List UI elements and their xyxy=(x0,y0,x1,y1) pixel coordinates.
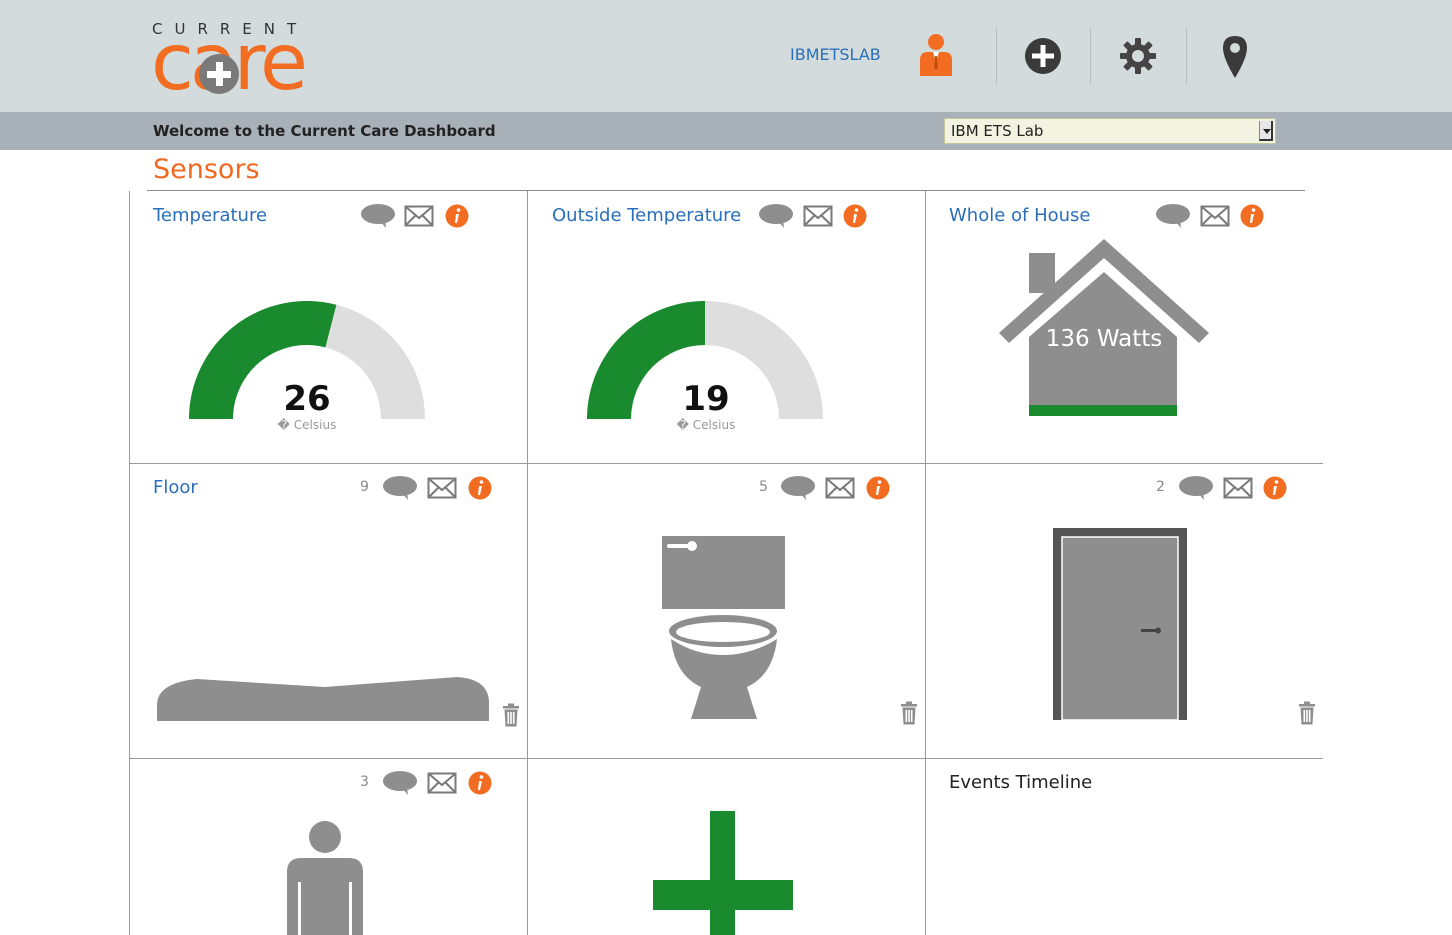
mail-icon[interactable] xyxy=(427,477,457,499)
trash-icon[interactable] xyxy=(502,703,520,727)
events-timeline-card: Events Timeline xyxy=(925,758,1321,935)
info-icon[interactable] xyxy=(1240,204,1264,228)
welcome-text: Welcome to the Current Care Dashboard xyxy=(153,122,496,140)
location-selected-value: IBM ETS Lab xyxy=(951,122,1044,140)
floor-sensor-icon xyxy=(157,677,489,721)
location-pin-icon[interactable] xyxy=(1215,34,1255,80)
gauge-value: 19 xyxy=(682,379,730,419)
trash-icon[interactable] xyxy=(900,701,918,725)
door-icon xyxy=(1053,528,1187,720)
mail-icon[interactable] xyxy=(1223,477,1253,499)
outside-temperature-card: Outside Temperature 19 � Celsius xyxy=(527,191,923,463)
mail-icon[interactable] xyxy=(803,205,833,227)
event-count: 9 xyxy=(360,479,369,495)
user-icon[interactable] xyxy=(916,32,956,78)
current-care-logo[interactable]: CURRENT care xyxy=(151,20,331,102)
toilet-icon xyxy=(662,536,785,719)
chat-icon[interactable] xyxy=(360,203,396,229)
header-separator xyxy=(996,28,997,84)
add-circle-icon[interactable] xyxy=(1023,36,1063,76)
gauge-unit: � Celsius xyxy=(277,418,337,432)
floor-card: Floor 9 xyxy=(129,463,525,758)
logo-plus-icon xyxy=(199,54,239,94)
card-title: Events Timeline xyxy=(949,772,1093,793)
whole-of-house-card: Whole of House 136 Watts xyxy=(925,191,1321,463)
info-icon[interactable] xyxy=(1263,476,1287,500)
chat-icon[interactable] xyxy=(758,203,794,229)
card-title[interactable]: Whole of House xyxy=(949,205,1091,226)
watts-value: 136 Watts xyxy=(1045,326,1163,352)
door-card: 2 xyxy=(925,463,1321,758)
card-title[interactable]: Outside Temperature xyxy=(552,205,741,226)
event-count: 2 xyxy=(1156,479,1165,495)
add-sensor-plus-icon[interactable] xyxy=(653,811,793,935)
event-count: 5 xyxy=(759,479,768,495)
header-separator xyxy=(1186,28,1187,84)
mail-icon[interactable] xyxy=(404,205,434,227)
select-arrow-icon[interactable] xyxy=(1259,121,1273,141)
event-count: 3 xyxy=(360,774,369,790)
info-icon[interactable] xyxy=(866,476,890,500)
username-link[interactable]: IBMETSLAB xyxy=(790,45,881,64)
mail-icon[interactable] xyxy=(825,477,855,499)
toilet-card: 5 xyxy=(527,463,923,758)
mail-icon[interactable] xyxy=(427,772,457,794)
temperature-card: Temperature 26 � Celsius xyxy=(129,191,525,463)
gear-icon[interactable] xyxy=(1118,36,1158,76)
info-icon[interactable] xyxy=(843,204,867,228)
chat-icon[interactable] xyxy=(1178,475,1214,501)
chat-icon[interactable] xyxy=(1155,203,1191,229)
chat-icon[interactable] xyxy=(382,475,418,501)
info-icon[interactable] xyxy=(468,476,492,500)
chat-icon[interactable] xyxy=(780,475,816,501)
info-icon[interactable] xyxy=(468,771,492,795)
add-sensor-card[interactable] xyxy=(527,758,923,935)
mail-icon[interactable] xyxy=(1200,205,1230,227)
card-title[interactable]: Floor xyxy=(153,477,198,498)
card-title[interactable]: Temperature xyxy=(153,205,267,226)
location-select[interactable]: IBM ETS Lab xyxy=(944,118,1276,144)
info-icon[interactable] xyxy=(445,204,469,228)
chat-icon[interactable] xyxy=(382,770,418,796)
app-header: CURRENT care IBMETSLAB xyxy=(0,0,1452,112)
gauge-unit: � Celsius xyxy=(676,418,736,432)
person-card: 3 xyxy=(129,758,525,935)
person-icon xyxy=(287,821,363,935)
section-title: Sensors xyxy=(153,154,260,185)
gauge-value: 26 xyxy=(283,379,331,419)
header-separator xyxy=(1090,28,1091,84)
trash-icon[interactable] xyxy=(1298,701,1316,725)
